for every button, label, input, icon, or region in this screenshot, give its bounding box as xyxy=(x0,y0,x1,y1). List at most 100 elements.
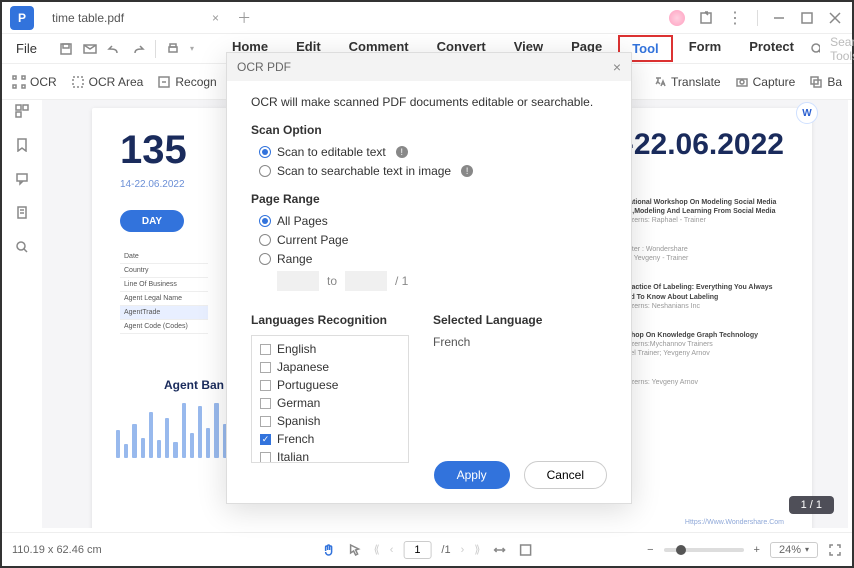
theme-icon[interactable] xyxy=(669,10,685,26)
close-tab-icon[interactable]: × xyxy=(212,11,219,25)
search-panel-icon[interactable] xyxy=(15,240,29,254)
event-desc: Workshop On Knowledge Graph TechnologyOr… xyxy=(610,331,784,358)
range-to-input[interactable] xyxy=(345,271,387,291)
ocr-area-button[interactable]: OCR Area xyxy=(71,75,144,89)
radio-all-pages[interactable]: All Pages xyxy=(259,214,607,228)
radio-scan-editable[interactable]: Scan to editable text! xyxy=(259,145,607,159)
info-icon[interactable]: ! xyxy=(396,146,408,158)
save-icon[interactable] xyxy=(59,42,73,56)
page-navigation: ⟪ ‹ /1 › ⟫ xyxy=(374,541,481,559)
fullscreen-icon[interactable] xyxy=(828,543,842,557)
page-dimensions: 110.19 x 62.46 cm xyxy=(12,544,102,556)
share-icon[interactable] xyxy=(699,11,713,25)
languages-label: Languages Recognition xyxy=(251,313,409,327)
language-spanish[interactable]: Spanish xyxy=(254,412,406,430)
zoom-out-icon[interactable]: − xyxy=(647,544,653,556)
tab-title: time table.pdf xyxy=(52,11,124,25)
page-total: /1 xyxy=(441,544,450,556)
attachments-icon[interactable] xyxy=(15,206,29,220)
language-french[interactable]: French xyxy=(254,430,406,448)
zoom-in-icon[interactable]: + xyxy=(754,544,760,556)
batch-button[interactable]: Ba xyxy=(809,75,842,89)
translate-icon xyxy=(653,75,667,89)
mail-icon[interactable] xyxy=(83,42,97,56)
agent-row: Line Of Business xyxy=(120,278,208,292)
recognize-button[interactable]: Recogn xyxy=(157,75,216,89)
language-japanese[interactable]: Japanese xyxy=(254,358,406,376)
footer-links: Https://Www.Wondershare.Com Https://Pdf.… xyxy=(685,518,784,528)
bar xyxy=(141,438,145,458)
window-controls: ⋮ xyxy=(669,8,848,28)
language-italian[interactable]: Italian xyxy=(254,448,406,463)
page-number-input[interactable] xyxy=(403,541,431,559)
comments-icon[interactable] xyxy=(15,172,29,186)
bar xyxy=(198,406,202,458)
fit-width-icon[interactable] xyxy=(492,543,506,557)
bar xyxy=(190,433,194,458)
range-from-input[interactable] xyxy=(277,271,319,291)
cancel-button[interactable]: Cancel xyxy=(524,461,607,489)
zoom-select[interactable]: 24%▾ xyxy=(770,542,818,558)
info-icon[interactable]: ! xyxy=(461,165,473,177)
language-english[interactable]: English xyxy=(254,340,406,358)
apply-button[interactable]: Apply xyxy=(434,461,510,489)
search-icon[interactable] xyxy=(810,42,820,56)
word-badge-icon[interactable]: W xyxy=(796,102,818,124)
document-tab[interactable]: time table.pdf × xyxy=(42,7,229,29)
more-icon[interactable]: ⋮ xyxy=(727,8,743,28)
bar xyxy=(214,403,218,458)
print-dropdown-icon[interactable]: ▾ xyxy=(190,44,194,53)
capture-icon xyxy=(735,75,749,89)
agent-row: Agent Code (Codes) xyxy=(120,320,208,334)
prev-page-icon[interactable]: ‹ xyxy=(390,544,394,556)
menu-tab-form[interactable]: Form xyxy=(677,35,734,62)
print-icon[interactable] xyxy=(166,42,180,56)
barchart-title: Agent Ban xyxy=(164,378,224,392)
range-inputs: to / 1 xyxy=(277,271,607,291)
undo-icon[interactable] xyxy=(107,42,121,56)
ocr-dialog: OCR PDF × OCR will make scanned PDF docu… xyxy=(226,52,632,504)
page-badge: 1 / 1 xyxy=(789,496,834,514)
dialog-close-icon[interactable]: × xyxy=(613,59,621,75)
minimize-icon[interactable] xyxy=(772,11,786,25)
zoom-slider[interactable] xyxy=(664,548,744,552)
next-page-icon[interactable]: › xyxy=(461,544,465,556)
close-window-icon[interactable] xyxy=(828,11,842,25)
redo-icon[interactable] xyxy=(131,42,145,56)
bookmarks-icon[interactable] xyxy=(15,138,29,152)
bar xyxy=(149,412,153,458)
fit-page-icon[interactable] xyxy=(518,543,532,557)
language-german[interactable]: German xyxy=(254,394,406,412)
new-tab-icon[interactable]: ＋ xyxy=(237,8,251,28)
app-logo: P xyxy=(10,6,34,30)
radio-current-page[interactable]: Current Page xyxy=(259,233,607,247)
translate-button[interactable]: Translate xyxy=(653,75,721,89)
agent-row: Country xyxy=(120,264,208,278)
language-list[interactable]: EnglishJapanesePortugueseGermanSpanishFr… xyxy=(251,335,409,463)
thumbnails-icon[interactable] xyxy=(15,104,29,118)
language-portuguese[interactable]: Portuguese xyxy=(254,376,406,394)
menu-tab-protect[interactable]: Protect xyxy=(737,35,806,62)
selected-language: French xyxy=(433,335,607,349)
maximize-icon[interactable] xyxy=(800,11,814,25)
search-tools-input[interactable]: Search Tools xyxy=(830,35,854,63)
selected-label: Selected Language xyxy=(433,313,607,327)
agent-row: Agent Legal Name xyxy=(120,292,208,306)
bar xyxy=(173,442,177,458)
bar xyxy=(116,430,120,458)
ocr-button[interactable]: OCR xyxy=(12,75,57,89)
hand-tool-icon[interactable] xyxy=(322,543,336,557)
bar xyxy=(165,418,169,458)
radio-range[interactable]: Range xyxy=(259,252,607,266)
capture-button[interactable]: Capture xyxy=(735,75,796,89)
select-tool-icon[interactable] xyxy=(348,543,362,557)
agent-row: AgentTrade xyxy=(120,306,208,320)
day-button: DAY xyxy=(120,210,184,232)
recognize-icon xyxy=(157,75,171,89)
first-page-icon[interactable]: ⟪ xyxy=(374,543,380,556)
radio-scan-searchable[interactable]: Scan to searchable text in image! xyxy=(259,164,607,178)
dialog-header: OCR PDF × xyxy=(227,53,631,81)
file-menu[interactable]: File xyxy=(10,39,43,58)
titlebar: P time table.pdf × ＋ ⋮ xyxy=(2,2,852,34)
last-page-icon[interactable]: ⟫ xyxy=(474,543,480,556)
